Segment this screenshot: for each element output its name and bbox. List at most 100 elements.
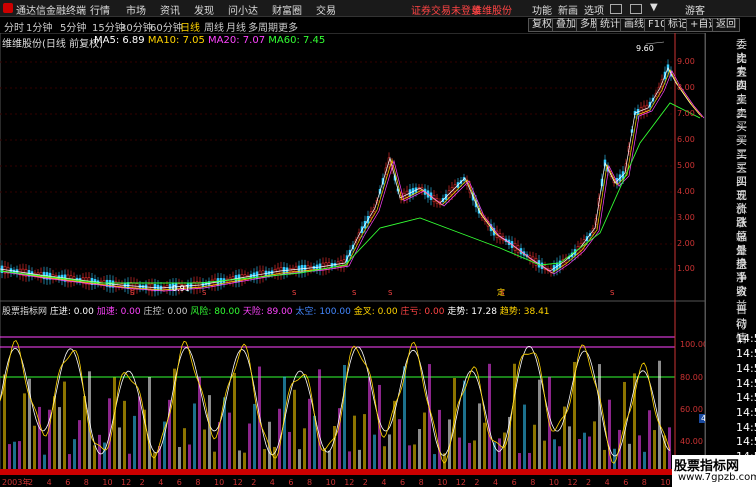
period-tab-active[interactable]: 日线 xyxy=(180,19,200,34)
indicator-bar xyxy=(533,424,536,475)
x-tick-label: 2 xyxy=(363,478,368,487)
indicator-bar xyxy=(268,421,271,475)
x-tick-label: 6 xyxy=(288,478,293,487)
period-tab[interactable]: 1分钟 xyxy=(26,19,52,34)
ma20-label: MA20: 7.07 xyxy=(208,35,266,46)
price-y-axis: 9.00 8.00 7.00 6.00 5.00 4.00 3.00 2.00 1.00 xyxy=(675,33,705,301)
stock-header: 维维股份(日线 前复权) xyxy=(2,39,103,50)
indicator-bar xyxy=(118,427,121,475)
price-chart[interactable]: S S S S S S S定 xyxy=(0,33,705,301)
login-warning[interactable]: 证券交易未登录 xyxy=(411,2,481,17)
ma-legend: MA5: 6.89 MA10: 7.05 MA20: 7.07 MA60: 7.… xyxy=(94,35,325,46)
x-tick-label: 6 xyxy=(65,478,70,487)
menu-item[interactable]: 问小达 xyxy=(228,2,258,17)
menu-item[interactable]: 发现 xyxy=(194,2,214,17)
x-tick-label: 6 xyxy=(400,478,405,487)
indicator-bar xyxy=(303,428,306,475)
window-mode2-icon[interactable] xyxy=(630,4,642,14)
price-tick-label: 4.00 xyxy=(677,187,695,196)
period-tab[interactable]: 月线 xyxy=(226,19,246,34)
x-tick-label: 8 xyxy=(642,478,647,487)
x-tick-label: 12 xyxy=(567,478,577,487)
menu-item[interactable]: 交易 xyxy=(316,2,336,17)
period-tab[interactable]: 多周期 xyxy=(248,19,278,34)
menu-options[interactable]: 选项 xyxy=(584,2,604,17)
price-tick-label: 8.00 xyxy=(677,83,695,92)
indicator-chart[interactable] xyxy=(0,301,705,475)
indicator-bar xyxy=(488,363,491,475)
high-price-label: 9.60 xyxy=(636,44,654,53)
app-title: 通达信金融终端 xyxy=(16,6,86,17)
quote-field-label: 换手 xyxy=(736,257,747,285)
ind-item: 走势: 17.28 xyxy=(447,307,497,317)
quote-field-label: 买四 xyxy=(736,161,747,189)
indicator-bar xyxy=(38,406,41,475)
indicator-bar xyxy=(438,409,441,475)
quote-field-label: 现价 xyxy=(736,188,747,216)
signal-marker: S xyxy=(292,289,297,297)
ma5-label: MA5: 6.89 xyxy=(94,35,145,46)
signal-marker: S xyxy=(610,289,615,297)
quote-field-label: 买五 xyxy=(736,175,747,202)
indicator-bar xyxy=(538,379,541,475)
period-tab[interactable]: 30分钟 xyxy=(120,19,153,34)
window-mode-icon[interactable] xyxy=(610,4,622,14)
indicator-bar xyxy=(368,376,371,475)
x-tick-label: 12 xyxy=(456,478,466,487)
indicator-tick-label: 80.00 xyxy=(680,373,703,382)
x-tick-label: 2 xyxy=(586,478,591,487)
menu-item[interactable]: 行情 xyxy=(90,2,110,17)
back-button[interactable]: 返回 xyxy=(712,18,740,32)
indicator-bar xyxy=(33,425,36,475)
menu-item[interactable]: 财富圈 xyxy=(272,2,302,17)
quote-field-label: 涨幅 xyxy=(736,216,747,244)
indicator-bar xyxy=(203,429,206,475)
tick-time-label: 自动 xyxy=(736,303,747,330)
x-tick-label: 6 xyxy=(623,478,628,487)
indicator-bar xyxy=(483,422,486,475)
tick-time-label: 14:56 xyxy=(736,420,756,434)
quote-field-label: 买一 xyxy=(736,120,747,148)
menu-function[interactable]: 功能 xyxy=(532,2,552,17)
quote-field-label: 涨跌 xyxy=(736,202,747,230)
indicator-bar xyxy=(78,420,81,475)
tick-time-label: 14:56 xyxy=(736,391,756,405)
indicator-bar xyxy=(123,400,126,475)
menu-item[interactable]: 市场 xyxy=(126,2,146,17)
tick-time-label: 14:56 xyxy=(736,361,756,375)
indicator-tick-label: 100.00 xyxy=(680,340,708,349)
period-tab[interactable]: 分时 xyxy=(4,19,24,34)
x-tick-label: 4 xyxy=(47,478,52,487)
menu-arrow-icon[interactable]: ▼ xyxy=(650,2,658,13)
price-tick-label: 2.00 xyxy=(677,239,695,248)
indicator-bar xyxy=(568,426,571,475)
period-tab[interactable]: 60分钟 xyxy=(150,19,183,34)
ind-item: 天险: 89.00 xyxy=(242,307,293,317)
menu-new[interactable]: 新画 xyxy=(558,2,578,17)
period-tab[interactable]: 5分钟 xyxy=(60,19,86,34)
indicator-bar xyxy=(53,396,56,475)
period-tab[interactable]: 周线 xyxy=(204,19,224,34)
user-label[interactable]: 游客 xyxy=(685,2,705,17)
x-tick-label: 2 xyxy=(474,478,479,487)
quote-field-label: 卖二 xyxy=(736,92,747,120)
indicator-bar xyxy=(583,432,586,475)
indicator-bar xyxy=(388,434,391,475)
quote-field-label: 总量 xyxy=(736,229,747,257)
indicator-bar xyxy=(228,412,231,475)
ma60-label: MA60: 7.45 xyxy=(268,35,326,46)
x-tick-label: 2 xyxy=(140,478,145,487)
indicator-name: 股票指标网 xyxy=(2,307,48,317)
ind-item: 庄控: 0.00 xyxy=(143,307,188,317)
indicator-bar xyxy=(143,409,146,475)
quote-field-label: 卖四 xyxy=(736,65,747,93)
menu-item[interactable]: 资讯 xyxy=(160,2,180,17)
x-tick-label: 10 xyxy=(437,478,447,487)
indicator-bar xyxy=(133,415,136,475)
indicator-bar xyxy=(23,393,26,475)
indicator-bar xyxy=(113,377,116,475)
period-tab[interactable]: 更多 xyxy=(278,19,298,34)
indicator-bar xyxy=(463,380,466,475)
indicator-bar xyxy=(353,415,356,475)
x-tick-label: 4 xyxy=(605,478,610,487)
